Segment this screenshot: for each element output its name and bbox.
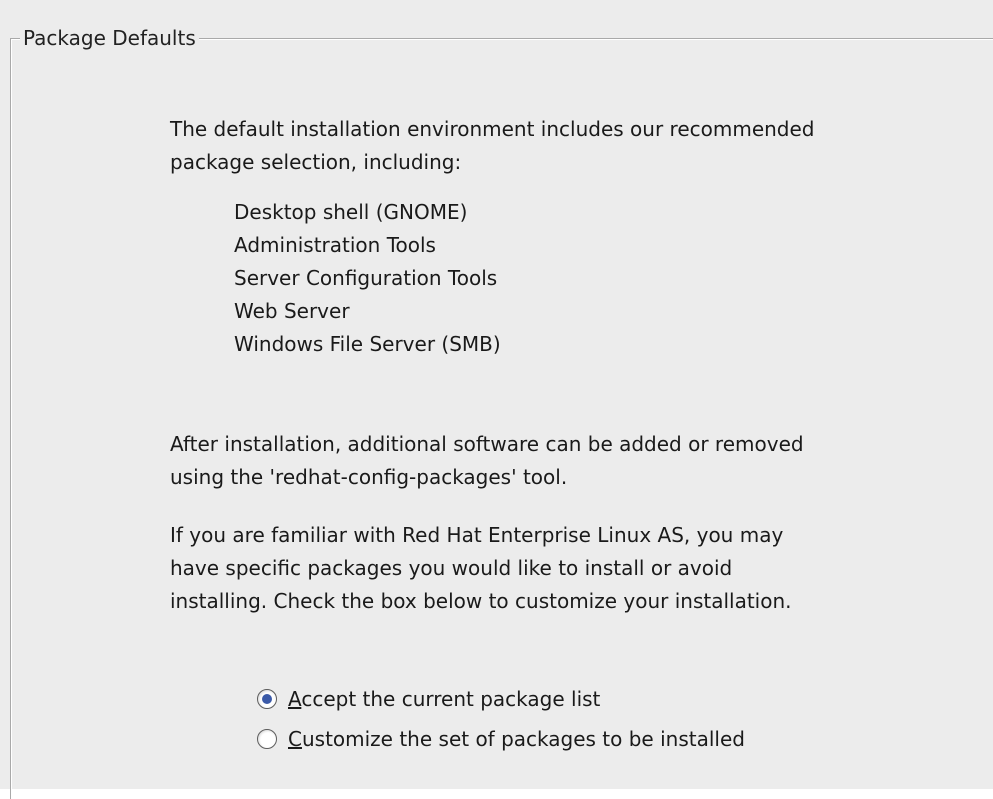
customize-label-text: ustomize the set of packages to be insta… xyxy=(301,727,745,751)
accept-package-list-option[interactable]: Accept the current package list xyxy=(257,679,745,719)
package-item-gnome: Desktop shell (GNOME) xyxy=(234,200,468,224)
familiar-text: If you are familiar with Red Hat Enterpr… xyxy=(170,523,792,613)
package-item-web-server: Web Server xyxy=(234,299,350,323)
accept-mnemonic: A xyxy=(288,687,302,711)
customize-radio-button[interactable] xyxy=(257,729,277,749)
package-choice-radio-group: Accept the current package list Customiz… xyxy=(257,679,745,759)
description-area: The default installation environment inc… xyxy=(170,113,970,618)
customize-option-label[interactable]: Customize the set of packages to be inst… xyxy=(288,727,745,751)
accept-option-label[interactable]: Accept the current package list xyxy=(288,687,600,711)
package-item-admin-tools: Administration Tools xyxy=(234,233,436,257)
customize-packages-option[interactable]: Customize the set of packages to be inst… xyxy=(257,719,745,759)
accept-label-text: ccept the current package list xyxy=(301,687,601,711)
after-install-text: After installation, additional software … xyxy=(170,432,804,489)
package-defaults-panel: Package Defaults The default installatio… xyxy=(0,0,993,799)
customize-mnemonic: C xyxy=(288,727,302,751)
package-list: Desktop shell (GNOME) Administration Too… xyxy=(234,196,970,361)
intro-text: The default installation environment inc… xyxy=(170,117,815,174)
frame-title: Package Defaults xyxy=(20,26,199,50)
package-item-server-config-tools: Server Configuration Tools xyxy=(234,266,498,290)
package-item-smb-server: Windows File Server (SMB) xyxy=(234,332,501,356)
accept-radio-button[interactable] xyxy=(257,689,277,709)
